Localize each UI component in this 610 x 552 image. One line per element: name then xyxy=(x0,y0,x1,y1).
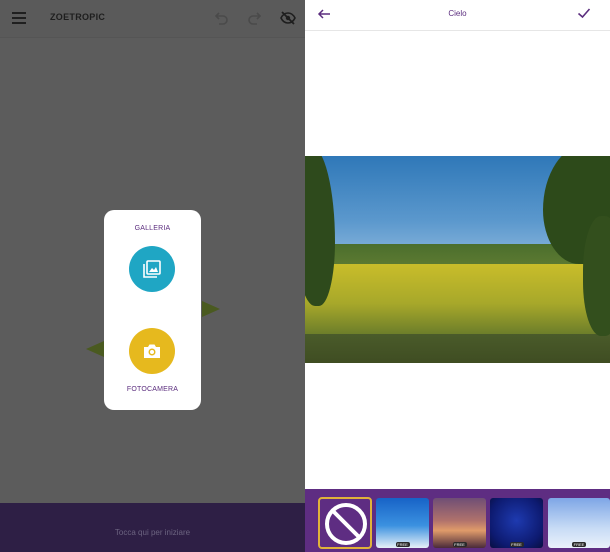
sky-top-bar: Cielo xyxy=(305,0,610,31)
eye-off-icon[interactable] xyxy=(280,10,296,26)
checkmark-icon[interactable] xyxy=(577,6,591,20)
camera-icon xyxy=(144,344,160,358)
thumbnail-sky-3[interactable]: FREE xyxy=(490,498,543,548)
app-title: ZOETROPIC xyxy=(50,12,106,22)
undo-icon[interactable] xyxy=(213,10,229,26)
top-bar: ZOETROPIC xyxy=(0,0,305,38)
gallery-button[interactable] xyxy=(129,246,175,292)
thumbnail-sky-1[interactable]: FREE xyxy=(376,498,429,548)
redo-icon[interactable] xyxy=(247,10,263,26)
left-screen: ZOETROPIC GALLERIA FOTOCAMERA Tocca qui … xyxy=(0,0,305,552)
thumbnail-sky-4[interactable]: FREE xyxy=(548,498,610,548)
left-arrow-marker xyxy=(86,341,104,357)
camera-button[interactable] xyxy=(129,328,175,374)
gallery-label: GALLERIA xyxy=(134,225,171,232)
free-badge: FREE xyxy=(452,542,467,547)
free-badge: FREE xyxy=(509,542,524,547)
image-gallery-icon xyxy=(143,260,161,278)
start-hint: Tocca qui per iniziare xyxy=(114,528,191,537)
free-badge: FREE xyxy=(395,542,410,547)
thumbnail-sky-2[interactable]: FREE xyxy=(433,498,486,548)
sky-thumbnail-strip: FREE FREE FREE FREE xyxy=(305,489,610,552)
thumbnail-none[interactable] xyxy=(318,497,372,549)
no-sky-icon xyxy=(325,503,367,545)
right-screen: Cielo FREE FREE FREE FREE xyxy=(305,0,610,552)
landscape-photo xyxy=(305,156,610,363)
camera-label: FOTOCAMERA xyxy=(126,386,179,393)
hamburger-menu-icon[interactable] xyxy=(12,12,26,24)
app-root: ZOETROPIC GALLERIA FOTOCAMERA Tocca qui … xyxy=(0,0,610,552)
source-picker-card: GALLERIA FOTOCAMERA xyxy=(104,210,201,410)
right-arrow-marker xyxy=(202,301,220,317)
free-badge: FREE xyxy=(572,542,586,547)
screen-title: Cielo xyxy=(448,9,467,18)
start-bar[interactable]: Tocca qui per iniziare xyxy=(0,503,305,552)
